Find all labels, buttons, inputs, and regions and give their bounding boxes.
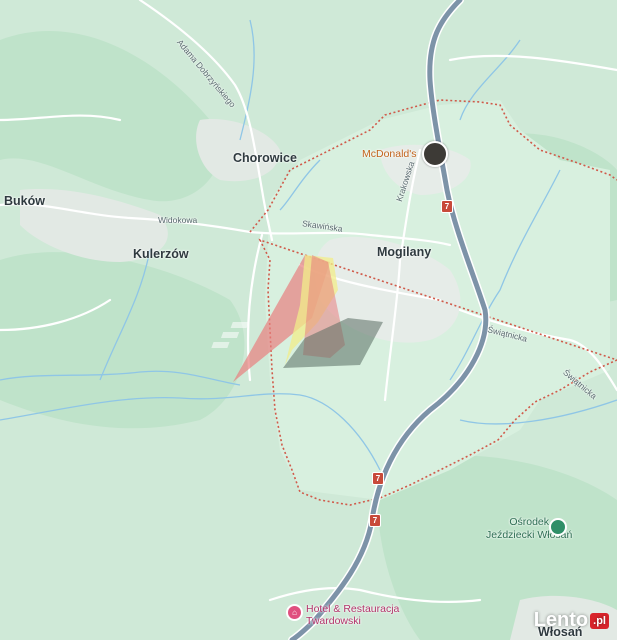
road-shield-7: 7 bbox=[372, 472, 384, 485]
hotel-icon[interactable]: ⌂ bbox=[286, 604, 303, 621]
road-shield-7: 7 bbox=[441, 200, 453, 213]
town-label-bukow[interactable]: Buków bbox=[4, 195, 45, 208]
town-label-chorowice[interactable]: Chorowice bbox=[233, 152, 297, 165]
road-shield-7: 7 bbox=[369, 514, 381, 527]
watermark-text: Lento bbox=[533, 609, 589, 631]
horse-riding-icon[interactable] bbox=[549, 518, 567, 536]
poi-label-mcdonalds[interactable]: McDonald's bbox=[362, 149, 417, 160]
town-label-kulerzow[interactable]: Kulerzów bbox=[133, 248, 189, 261]
street-label-widokowa: Widokowa bbox=[158, 215, 198, 225]
poi-label-hotel-line1: Hotel & Restauracja bbox=[306, 603, 400, 615]
restaurant-photo-icon[interactable] bbox=[422, 141, 448, 167]
watermark-suffix: .pl bbox=[590, 612, 609, 629]
poi-label-hotel[interactable]: Hotel & Restauracja Twardowski bbox=[306, 604, 399, 626]
lento-watermark: Lento .pl bbox=[534, 609, 609, 632]
poi-label-hotel-line2: Twardowski bbox=[306, 614, 361, 627]
map-canvas[interactable]: Chorowice Buków Kulerzów Mogilany Włosań… bbox=[0, 0, 617, 640]
map-layer bbox=[0, 0, 617, 640]
town-label-mogilany[interactable]: Mogilany bbox=[377, 246, 431, 259]
